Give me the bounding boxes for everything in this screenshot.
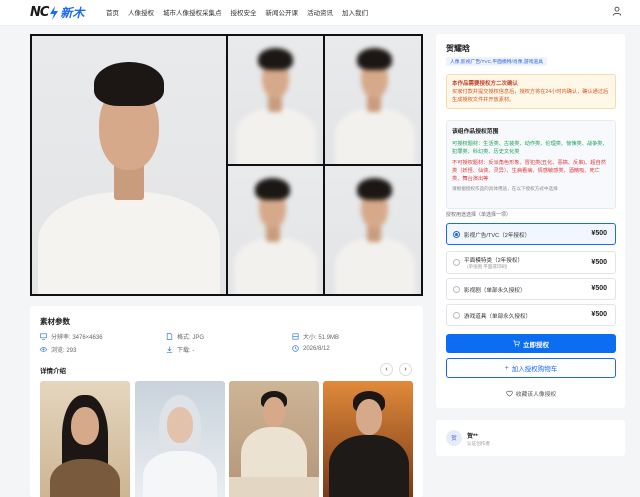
preview-photo-3[interactable] [228,166,323,294]
detail-thumb-2[interactable] [135,381,225,497]
resolution-text: 分辨率: 3476×4636 [51,335,103,341]
meta-date: 2026/8/12 [292,345,330,352]
clock-icon [292,345,299,352]
nav-item-security[interactable]: 授权安全 [231,7,257,17]
add-to-cart-label: 加入授权购物车 [511,366,558,373]
date-text: 2026/8/12 [303,345,330,352]
scope-title: 该组作品授权范围 [452,129,499,135]
option-price: ¥500 [591,230,607,237]
choose-label: 授权用途选择（单选择一项） [446,212,512,218]
buy-now-button[interactable]: 立即授权 [446,334,616,353]
material-info-panel: 素材参数 分辨率: 3476×4636 格式: JPG 大小: 51.9MB 浏… [30,306,423,497]
database-icon [292,333,299,340]
logo-cn-text: 新木 [60,6,85,20]
radio-icon [453,312,460,319]
material-title: 素材参数 [40,317,70,326]
main-nav: 首页 人像授权 城市人像授权采集点 授权安全 新闻公开课 活动资讯 加入我们 [106,7,377,17]
detail-thumb-4[interactable] [323,381,413,497]
top-header: NC 新木 首页 人像授权 城市人像授权采集点 授权安全 新闻公开课 活动资讯 … [0,0,640,26]
nav-item-events[interactable]: 活动资讯 [307,7,333,17]
license-option-film[interactable]: 影视剧（单部永久授权） ¥500 [446,278,616,300]
license-scope: 该组作品授权范围 可授权题材：生活类、古装类、动作类、伦理类、惊悚类、战争类、犯… [446,120,616,209]
meta-downloads: 下载: - [166,345,194,354]
radio-icon [453,286,460,293]
preview-photo-2[interactable] [325,36,421,164]
option-sublabel: (单张图 平面或印刷) [467,264,508,269]
option-price: ¥500 [591,311,607,318]
meta-format: 格式: JPG [166,332,204,341]
license-option-game[interactable]: 游戏道具（单部永久授权） ¥500 [446,304,616,326]
favorite-button[interactable]: 收藏该人像授权 [446,389,616,398]
add-to-cart-button[interactable]: + 加入授权购物车 [446,358,616,378]
option-label: 影视剧（单部永久授权） [464,288,526,294]
chevron-right-icon: › [404,366,407,373]
size-text: 大小: 51.9MB [303,335,340,341]
option-label: 游戏道具（单部永久授权） [464,314,532,320]
site-logo[interactable]: NC 新木 [30,5,84,20]
buy-now-label: 立即授权 [523,341,549,349]
cart-icon [513,340,520,347]
nav-item-home[interactable]: 首页 [106,7,119,17]
meta-size: 大小: 51.9MB [292,332,339,341]
lightning-icon [50,5,59,20]
preview-photo-1[interactable] [228,36,323,164]
views-text: 浏览: 293 [51,348,77,354]
format-text: 格式: JPG [177,335,205,341]
author-badge: 认证创作者 [467,441,490,446]
monitor-icon [40,333,47,340]
author-name: 贺** [467,434,478,440]
scope-allowed: 可授权题材：生活类、古装类、动作类、伦理类、惊悚类、战争类、犯罪类、科幻类、历史… [452,141,608,155]
nav-item-join[interactable]: 加入我们 [342,7,368,17]
main-photo[interactable] [32,36,226,294]
avatar: 贺 [446,430,462,446]
option-price: ¥500 [591,259,607,266]
license-panel: 贺耀晗 人像,影视广告/TVC,平面模特/肖像,游戏道具 本作品需要授权方二次确… [436,34,625,408]
meta-resolution: 分辨率: 3476×4636 [40,332,103,341]
radio-icon [453,231,460,238]
file-icon [166,333,173,340]
nav-item-news[interactable]: 新闻公开课 [266,7,299,17]
option-label: 平面模特类（2年授权） [464,258,524,264]
nav-item-collection-points[interactable]: 城市人像授权采集点 [163,7,222,17]
author-card[interactable]: 贺 贺** 认证创作者 [436,420,625,456]
detail-thumb-3[interactable] [229,381,319,497]
eye-icon [40,347,47,352]
photo-gallery [30,34,423,296]
product-tags: 人像,影视广告/TVC,平面模特/肖像,游戏道具 [446,57,548,66]
preview-photo-4[interactable] [325,166,421,294]
detail-title: 详情介绍 [40,368,66,375]
logo-nc-text: NC [30,5,49,20]
detail-thumb-1[interactable] [40,381,130,497]
download-icon [166,346,173,353]
chevron-left-icon: ‹ [385,366,388,373]
prev-arrow-button[interactable]: ‹ [380,363,393,376]
license-option-print[interactable]: 平面模特类（2年授权） (单张图 平面或印刷) ¥500 [446,251,616,274]
heart-icon [506,390,513,397]
scope-forbidden: 不可授权题材：反派角色形象、冒犯类(丑化、恶搞、反串)、超自然类（妖怪、仙侠、灵… [452,160,606,182]
notice-desc: 买家付款并提交授权信息后，授权方将在24小时内确认，确认通过后生成授权文件并开放… [452,89,609,103]
product-title: 贺耀晗 [446,44,470,53]
option-label: 影视广告/TVC（2年授权） [464,233,531,239]
plus-icon: + [504,364,509,372]
meta-views: 浏览: 293 [40,345,76,354]
radio-icon [453,259,460,266]
downloads-text: 下载: - [177,348,195,354]
notice-title: 本作品需要授权方二次确认 [452,81,519,87]
favorite-label: 收藏该人像授权 [515,392,557,398]
confirm-notice: 本作品需要授权方二次确认 买家付款并提交授权信息后，授权方将在24小时内确认，确… [446,74,616,109]
license-option-tvc[interactable]: 影视广告/TVC（2年授权） ¥500 [446,223,616,245]
nav-item-portrait[interactable]: 人像授权 [128,7,154,17]
next-arrow-button[interactable]: › [399,363,412,376]
scope-note: 请根据授权作品的具体用途，在以下授权方式中选择 [452,186,558,191]
option-price: ¥500 [591,285,607,292]
user-icon[interactable] [612,6,622,16]
